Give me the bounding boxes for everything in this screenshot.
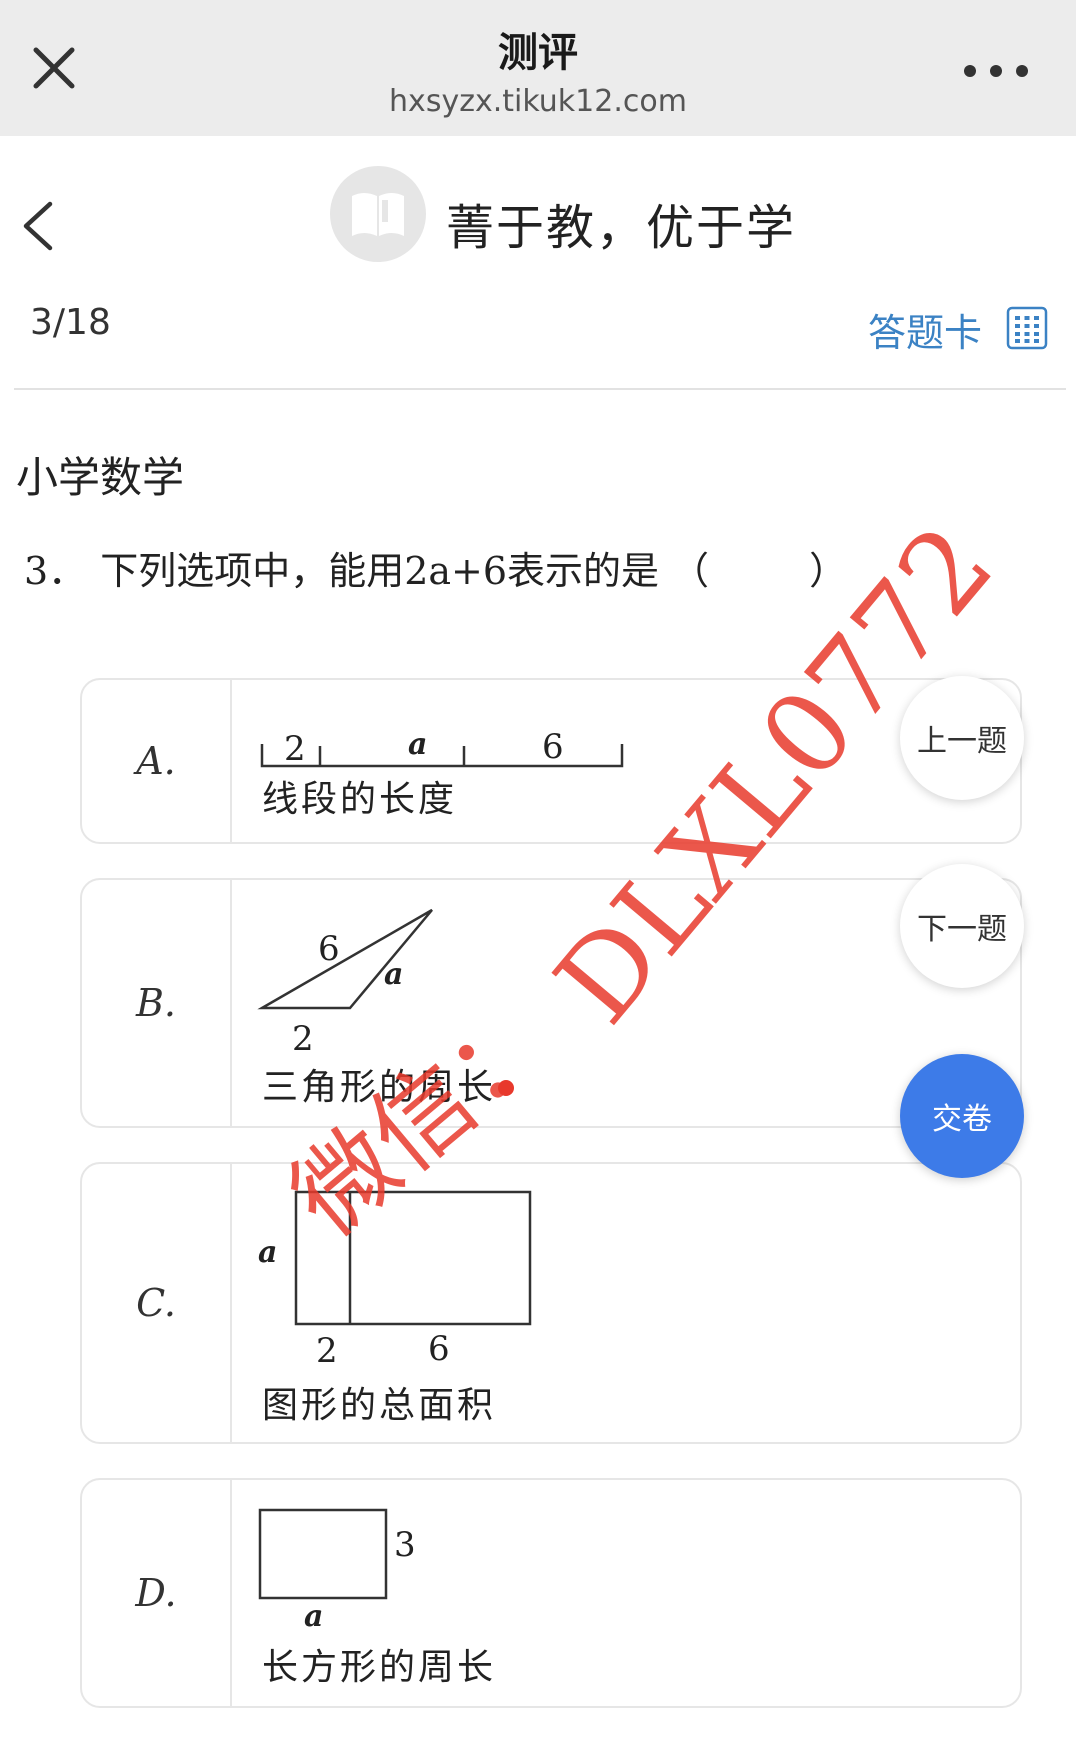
option-letter: D. bbox=[82, 1480, 232, 1706]
logo-icon bbox=[330, 166, 426, 262]
segment-label-a: a bbox=[408, 727, 427, 762]
segment-label-2: 2 bbox=[284, 729, 306, 769]
option-caption: 三角形的周长 bbox=[262, 1067, 497, 1108]
browser-bar: 测评 hxsyzx.tikuk12.com bbox=[0, 0, 1076, 136]
grid-icon[interactable] bbox=[1006, 306, 1048, 350]
option-a[interactable]: A. 2 a 6 线段的长度 bbox=[80, 678, 1022, 844]
perimeter-label-a: a bbox=[304, 1599, 323, 1630]
option-content: 3 a 长方形的周长 bbox=[232, 1480, 1020, 1706]
more-icon[interactable] bbox=[960, 56, 1032, 86]
question-number: 3． bbox=[24, 549, 87, 593]
segment-figure: 2 a 6 bbox=[260, 727, 624, 769]
option-content: 2 a 6 线段的长度 bbox=[232, 680, 1020, 842]
browser-url: hxsyzx.tikuk12.com bbox=[389, 84, 687, 119]
submit-button[interactable]: 交卷 bbox=[900, 1054, 1024, 1178]
option-caption: 图形的总面积 bbox=[262, 1385, 497, 1426]
option-letter: C. bbox=[82, 1164, 232, 1442]
paren-close: ） bbox=[809, 549, 848, 593]
triangle-label-6: 6 bbox=[318, 929, 340, 969]
back-icon[interactable] bbox=[18, 198, 58, 254]
rectangle-area-figure: a 2 6 bbox=[258, 1190, 532, 1364]
segment-label-6: 6 bbox=[542, 727, 564, 767]
prev-question-button[interactable]: 上一题 bbox=[900, 676, 1024, 800]
question-progress: 3/18 bbox=[30, 302, 111, 343]
paren-open: （ bbox=[671, 549, 710, 593]
divider bbox=[14, 388, 1066, 390]
browser-title: 测评 bbox=[498, 30, 578, 76]
answer-card-link[interactable]: 答题卡 bbox=[868, 302, 982, 357]
option-caption: 线段的长度 bbox=[262, 779, 458, 820]
triangle-label-a: a bbox=[384, 957, 403, 992]
option-caption: 长方形的周长 bbox=[262, 1647, 497, 1688]
option-b[interactable]: B. 6 a 2 三角形的周长 bbox=[80, 878, 1022, 1128]
option-letter: A. bbox=[82, 680, 232, 842]
app-header: 菁于教，优于学 bbox=[0, 136, 1076, 286]
option-d[interactable]: D. 3 a 长方形的周长 bbox=[80, 1478, 1022, 1708]
perimeter-label-3: 3 bbox=[394, 1525, 416, 1565]
area-label-2: 2 bbox=[316, 1331, 338, 1364]
option-content: a 2 6 图形的总面积 bbox=[232, 1164, 1020, 1442]
area-label-6: 6 bbox=[428, 1329, 450, 1364]
subject-title: 小学数学 bbox=[16, 453, 185, 502]
slogan: 菁于教，优于学 bbox=[446, 200, 797, 256]
option-c[interactable]: C. a 2 6 图形的总面积 bbox=[80, 1162, 1022, 1444]
next-question-button[interactable]: 下一题 bbox=[900, 864, 1024, 988]
triangle-figure: 6 a 2 bbox=[257, 908, 433, 1059]
area-label-a: a bbox=[258, 1235, 277, 1270]
option-letter: B. bbox=[82, 880, 232, 1126]
question-stem: 3． 下列选项中，能用2a+6表示的是（ ） bbox=[24, 540, 847, 595]
rectangle-perimeter-figure: 3 a bbox=[258, 1508, 416, 1630]
triangle-label-2: 2 bbox=[292, 1019, 314, 1059]
question-text: 下列选项中，能用2a+6表示的是 bbox=[100, 549, 660, 593]
